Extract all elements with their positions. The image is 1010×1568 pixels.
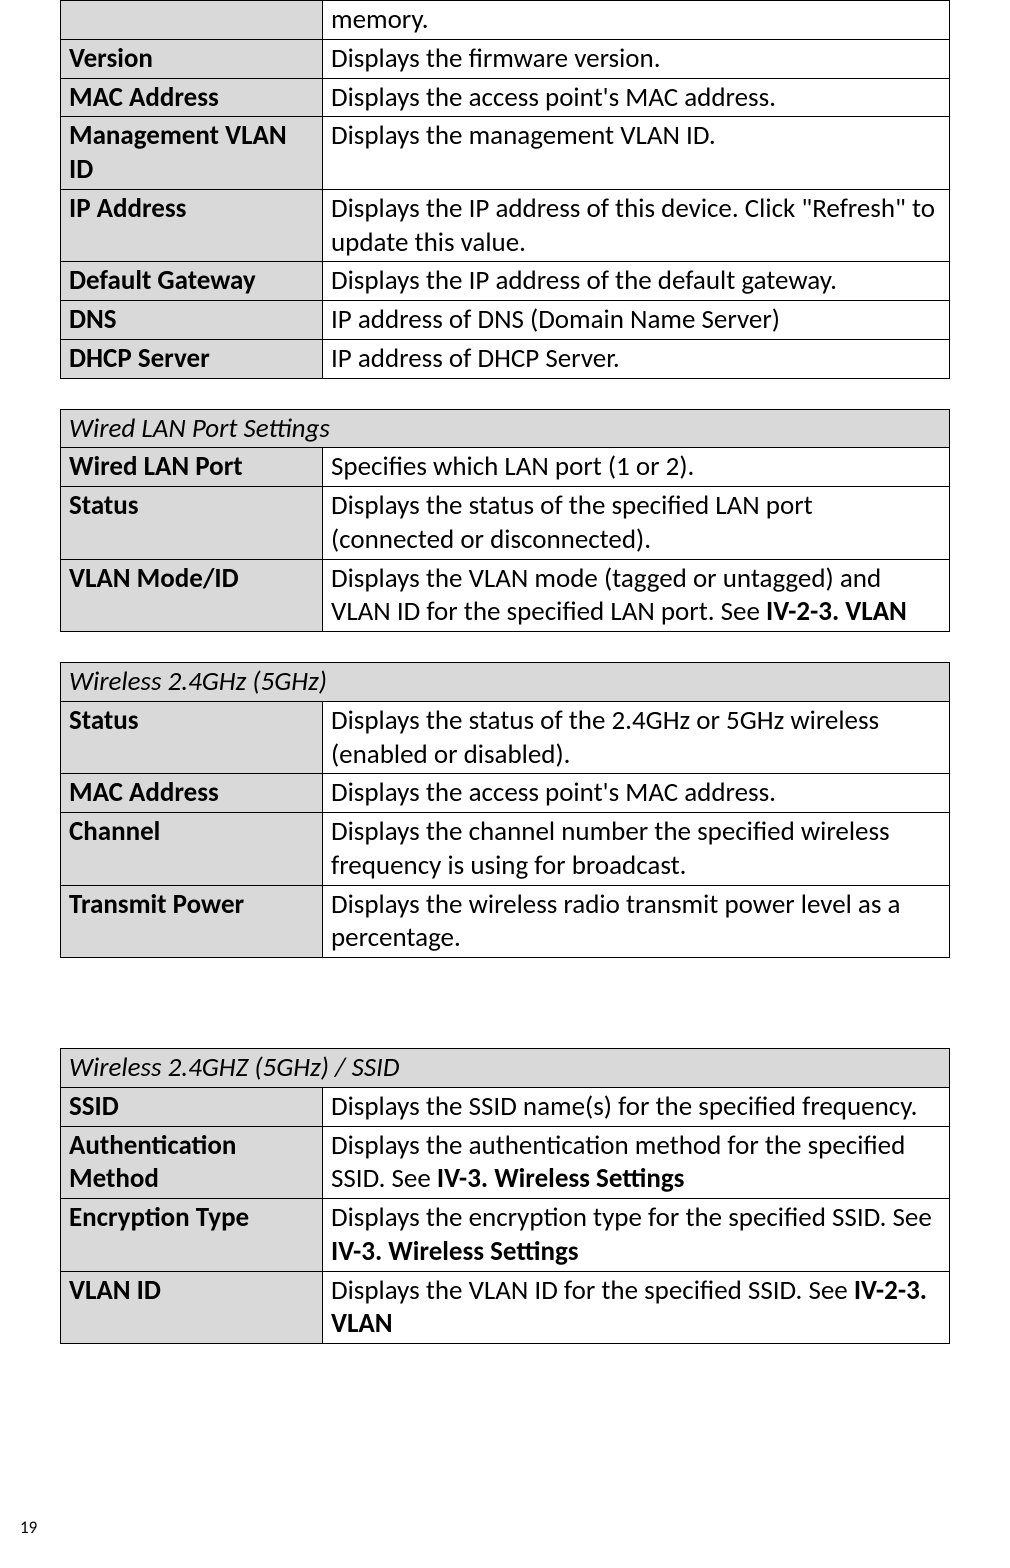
row-label: MAC Address	[61, 78, 323, 117]
row-desc: Displays the IP address of the default g…	[323, 262, 950, 301]
row-label: Transmit Power	[61, 885, 323, 958]
wireless-table: Wireless 2.4GHz (5GHz) Status Displays t…	[60, 662, 950, 958]
table-row: memory.	[61, 1, 950, 40]
section-title-row: Wireless 2.4GHz (5GHz)	[61, 663, 950, 702]
system-table: memory. Version Displays the firmware ve…	[60, 0, 950, 379]
row-desc: Displays the firmware version.	[323, 39, 950, 78]
table-row: Wired LAN Port Specifies which LAN port …	[61, 448, 950, 487]
row-desc: Displays the VLAN mode (tagged or untagg…	[323, 559, 950, 632]
row-label: DNS	[61, 301, 323, 340]
row-desc: Displays the channel number the specifie…	[323, 813, 950, 886]
row-label: Encryption Type	[61, 1199, 323, 1272]
wired-lan-table: Wired LAN Port Settings Wired LAN Port S…	[60, 409, 950, 633]
row-label: VLAN Mode/ID	[61, 559, 323, 632]
section-title: Wireless 2.4GHz (5GHz)	[61, 663, 950, 702]
row-label: Channel	[61, 813, 323, 886]
ssid-table: Wireless 2.4GHZ (5GHz) / SSID SSID Displ…	[60, 1048, 950, 1344]
table-row: IP Address Displays the IP address of th…	[61, 189, 950, 262]
row-desc: Displays the management VLAN ID.	[323, 117, 950, 190]
table-row: MAC Address Displays the access point's …	[61, 774, 950, 813]
row-desc: IP address of DNS (Domain Name Server)	[323, 301, 950, 340]
row-label	[61, 1, 323, 40]
page-number: 19	[20, 1517, 37, 1538]
row-label: MAC Address	[61, 774, 323, 813]
row-desc: IP address of DHCP Server.	[323, 339, 950, 378]
table-row: Encryption Type Displays the encryption …	[61, 1199, 950, 1272]
section-title: Wireless 2.4GHZ (5GHz) / SSID	[61, 1049, 950, 1088]
row-desc: Specifies which LAN port (1 or 2).	[323, 448, 950, 487]
row-desc: Displays the status of the specified LAN…	[323, 487, 950, 560]
row-desc: memory.	[323, 1, 950, 40]
row-desc: Displays the VLAN ID for the specified S…	[323, 1271, 950, 1344]
table-row: Version Displays the firmware version.	[61, 39, 950, 78]
section-title-row: Wired LAN Port Settings	[61, 409, 950, 448]
row-desc: Displays the wireless radio transmit pow…	[323, 885, 950, 958]
table-row: Management VLAN ID Displays the manageme…	[61, 117, 950, 190]
table-row: Status Displays the status of the specif…	[61, 487, 950, 560]
row-label: Version	[61, 39, 323, 78]
row-desc: Displays the authentication method for t…	[323, 1126, 950, 1199]
row-label: DHCP Server	[61, 339, 323, 378]
row-desc: Displays the encryption type for the spe…	[323, 1199, 950, 1272]
table-row: VLAN ID Displays the VLAN ID for the spe…	[61, 1271, 950, 1344]
row-label: Status	[61, 701, 323, 774]
table-row: SSID Displays the SSID name(s) for the s…	[61, 1087, 950, 1126]
row-label: IP Address	[61, 189, 323, 262]
row-desc: Displays the access point's MAC address.	[323, 78, 950, 117]
table-row: VLAN Mode/ID Displays the VLAN mode (tag…	[61, 559, 950, 632]
section-title-row: Wireless 2.4GHZ (5GHz) / SSID	[61, 1049, 950, 1088]
row-label: Management VLAN ID	[61, 117, 323, 190]
row-desc-pre: Displays the encryption type for the spe…	[331, 1201, 932, 1234]
row-label: Wired LAN Port	[61, 448, 323, 487]
row-label: Authentication Method	[61, 1126, 323, 1199]
row-desc-bold: IV-3. Wireless Settings	[331, 1235, 579, 1268]
row-desc: Displays the access point's MAC address.	[323, 774, 950, 813]
row-label: Status	[61, 487, 323, 560]
spacer	[60, 988, 950, 1048]
row-label: Default Gateway	[61, 262, 323, 301]
table-row: Channel Displays the channel number the …	[61, 813, 950, 886]
row-desc-pre: Displays the VLAN ID for the specified S…	[331, 1274, 854, 1307]
row-desc-bold: IV-2-3. VLAN	[766, 595, 907, 628]
table-row: Status Displays the status of the 2.4GHz…	[61, 701, 950, 774]
section-title: Wired LAN Port Settings	[61, 409, 950, 448]
row-desc: Displays the SSID name(s) for the specif…	[323, 1087, 950, 1126]
row-label: VLAN ID	[61, 1271, 323, 1344]
table-row: MAC Address Displays the access point's …	[61, 78, 950, 117]
row-desc: Displays the status of the 2.4GHz or 5GH…	[323, 701, 950, 774]
table-row: Transmit Power Displays the wireless rad…	[61, 885, 950, 958]
row-desc-bold: IV-3. Wireless Settings	[437, 1162, 685, 1195]
row-desc: Displays the IP address of this device. …	[323, 189, 950, 262]
table-row: DNS IP address of DNS (Domain Name Serve…	[61, 301, 950, 340]
table-row: Default Gateway Displays the IP address …	[61, 262, 950, 301]
page: memory. Version Displays the firmware ve…	[0, 0, 1010, 1568]
table-row: DHCP Server IP address of DHCP Server.	[61, 339, 950, 378]
table-row: Authentication Method Displays the authe…	[61, 1126, 950, 1199]
row-label: SSID	[61, 1087, 323, 1126]
